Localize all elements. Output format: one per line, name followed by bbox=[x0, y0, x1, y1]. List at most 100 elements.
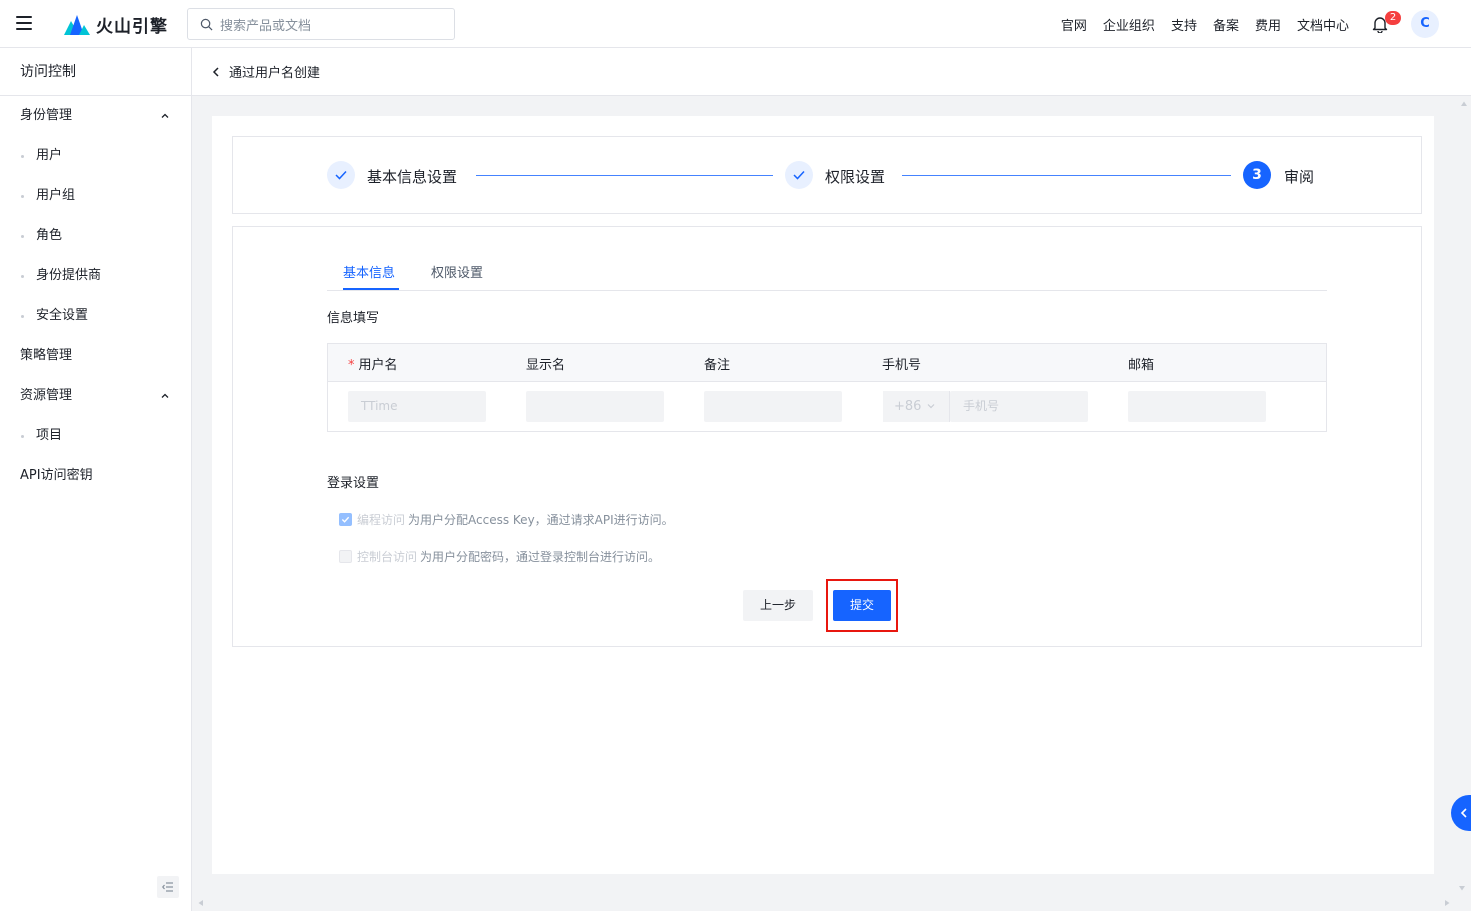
chevron-up-icon bbox=[161, 393, 169, 398]
nav-official-site[interactable]: 官网 bbox=[1061, 15, 1087, 34]
step-done-icon bbox=[785, 161, 813, 189]
column-phone: 手机号 bbox=[882, 358, 922, 373]
chevron-down-icon bbox=[927, 404, 935, 409]
bullet-icon bbox=[21, 275, 24, 278]
back-chevron-icon[interactable] bbox=[212, 67, 220, 77]
avatar[interactable]: C bbox=[1411, 10, 1439, 38]
tab-active-indicator bbox=[343, 288, 399, 290]
sidebar: 访问控制 身份管理 用户 用户组 角色 身份提供商 安全设置 策略管理 资源管理… bbox=[0, 48, 192, 911]
nav-billing[interactable]: 费用 bbox=[1255, 15, 1281, 34]
volcano-logo-icon bbox=[64, 15, 90, 35]
horizontal-scrollbar[interactable] bbox=[192, 886, 1471, 911]
menu-icon[interactable] bbox=[16, 16, 32, 30]
required-mark: * bbox=[348, 358, 355, 373]
console-access-option: 控制台访问 为用户分配密码，通过登录控制台进行访问。 bbox=[339, 548, 660, 564]
phone-prefix-select: +86 bbox=[883, 391, 950, 422]
notification-badge: 2 bbox=[1385, 11, 1401, 25]
brand-name: 火山引擎 bbox=[96, 16, 168, 37]
programmatic-access-label: 编程访问 bbox=[357, 512, 406, 527]
check-icon bbox=[335, 170, 347, 180]
sidebar-item-label: 身份提供商 bbox=[36, 268, 102, 283]
user-info-table: * 用户名 显示名 备注 手机号 邮箱 TTime +86 手机号 bbox=[327, 343, 1327, 432]
bullet-icon bbox=[21, 195, 24, 198]
column-label: 用户名 bbox=[358, 358, 398, 373]
steps-bar: 基本信息设置 权限设置 3 审阅 bbox=[232, 136, 1422, 214]
sidebar-group-identity[interactable]: 身份管理 bbox=[0, 96, 191, 136]
expand-panel-button[interactable] bbox=[1451, 795, 1471, 831]
console-access-checkbox bbox=[339, 549, 352, 563]
remark-field bbox=[704, 391, 842, 422]
sidebar-item-label: 用户组 bbox=[36, 188, 76, 203]
section-title-login: 登录设置 bbox=[327, 476, 380, 491]
search-placeholder: 搜索产品或文档 bbox=[220, 18, 312, 34]
sidebar-item-roles[interactable]: 角色 bbox=[0, 216, 191, 256]
sidebar-item-label: 用户 bbox=[36, 148, 63, 163]
bullet-icon bbox=[21, 435, 24, 438]
column-display-name: 显示名 bbox=[526, 358, 566, 373]
sidebar-item-identity-providers[interactable]: 身份提供商 bbox=[0, 256, 191, 296]
phone-field: 手机号 bbox=[950, 391, 1088, 422]
email-field bbox=[1128, 391, 1266, 422]
column-username: * 用户名 bbox=[348, 354, 398, 373]
scroll-down-icon[interactable] bbox=[1458, 884, 1466, 892]
page-header: 通过用户名创建 bbox=[192, 48, 1471, 96]
collapse-menu-icon bbox=[162, 882, 173, 892]
phone-prefix-value: +86 bbox=[894, 399, 922, 414]
step-label-review: 审阅 bbox=[1284, 168, 1315, 186]
sidebar-title: 访问控制 bbox=[0, 48, 191, 96]
scroll-right-icon[interactable] bbox=[1443, 899, 1451, 907]
sidebar-group-resources[interactable]: 资源管理 bbox=[0, 376, 191, 416]
console-access-desc: 为用户分配密码，通过登录控制台进行访问。 bbox=[420, 549, 661, 564]
chevron-up-icon bbox=[161, 113, 169, 118]
sidebar-group-policies[interactable]: 策略管理 bbox=[0, 336, 191, 376]
scroll-left-icon[interactable] bbox=[197, 899, 205, 907]
step-done-icon bbox=[327, 161, 355, 189]
search-input[interactable]: 搜索产品或文档 bbox=[187, 8, 455, 40]
nav-support[interactable]: 支持 bbox=[1171, 15, 1197, 34]
top-nav: 官网 企业组织 支持 备案 费用 文档中心 bbox=[1045, 0, 1349, 48]
username-field: TTime bbox=[348, 391, 486, 422]
programmatic-access-checkbox bbox=[339, 512, 352, 526]
sidebar-group-api-keys[interactable]: API访问密钥 bbox=[0, 456, 191, 496]
column-remark: 备注 bbox=[704, 358, 731, 373]
tab-basic-info[interactable]: 基本信息 bbox=[343, 262, 395, 281]
table-header: * 用户名 显示名 备注 手机号 邮箱 bbox=[328, 344, 1326, 382]
display-name-field bbox=[526, 391, 664, 422]
sidebar-item-security-settings[interactable]: 安全设置 bbox=[0, 296, 191, 336]
page-title: 通过用户名创建 bbox=[229, 66, 321, 81]
bullet-icon bbox=[21, 235, 24, 238]
step-label-basic-info: 基本信息设置 bbox=[367, 168, 458, 186]
sidebar-group-label: API访问密钥 bbox=[20, 468, 93, 483]
chevron-left-icon bbox=[1460, 808, 1467, 818]
column-email: 邮箱 bbox=[1128, 358, 1155, 373]
nav-organization[interactable]: 企业组织 bbox=[1103, 15, 1155, 34]
step-connector bbox=[476, 175, 773, 176]
console-access-label: 控制台访问 bbox=[357, 549, 418, 564]
previous-step-button[interactable]: 上一步 bbox=[743, 590, 813, 621]
sidebar-item-user-groups[interactable]: 用户组 bbox=[0, 176, 191, 216]
sidebar-item-label: 角色 bbox=[36, 228, 63, 243]
review-tabs: 基本信息 权限设置 bbox=[327, 254, 1327, 291]
nav-docs[interactable]: 文档中心 bbox=[1297, 15, 1349, 34]
check-icon bbox=[793, 170, 805, 180]
programmatic-access-desc: 为用户分配Access Key，通过请求API进行访问。 bbox=[408, 512, 674, 527]
sidebar-item-label: 安全设置 bbox=[36, 308, 89, 323]
step-connector bbox=[902, 175, 1231, 176]
step-label-permissions: 权限设置 bbox=[825, 168, 886, 186]
sidebar-group-label: 身份管理 bbox=[20, 108, 73, 123]
brand-logo[interactable]: 火山引擎 bbox=[64, 12, 168, 37]
sidebar-item-projects[interactable]: 项目 bbox=[0, 416, 191, 456]
sidebar-item-users[interactable]: 用户 bbox=[0, 136, 191, 176]
tab-permissions[interactable]: 权限设置 bbox=[431, 262, 483, 281]
step-number: 3 bbox=[1243, 161, 1271, 189]
bullet-icon bbox=[21, 315, 24, 318]
top-bar: 火山引擎 搜索产品或文档 官网 企业组织 支持 备案 费用 文档中心 2 C bbox=[0, 0, 1471, 48]
sidebar-group-label: 资源管理 bbox=[20, 388, 73, 403]
submit-highlight-box bbox=[826, 579, 898, 632]
collapse-sidebar-button[interactable] bbox=[157, 876, 179, 898]
check-icon bbox=[341, 516, 350, 523]
scroll-up-icon[interactable] bbox=[1460, 100, 1468, 108]
section-title-info: 信息填写 bbox=[327, 311, 380, 326]
nav-filing[interactable]: 备案 bbox=[1213, 15, 1239, 34]
programmatic-access-option: 编程访问 为用户分配Access Key，通过请求API进行访问。 bbox=[339, 511, 674, 527]
